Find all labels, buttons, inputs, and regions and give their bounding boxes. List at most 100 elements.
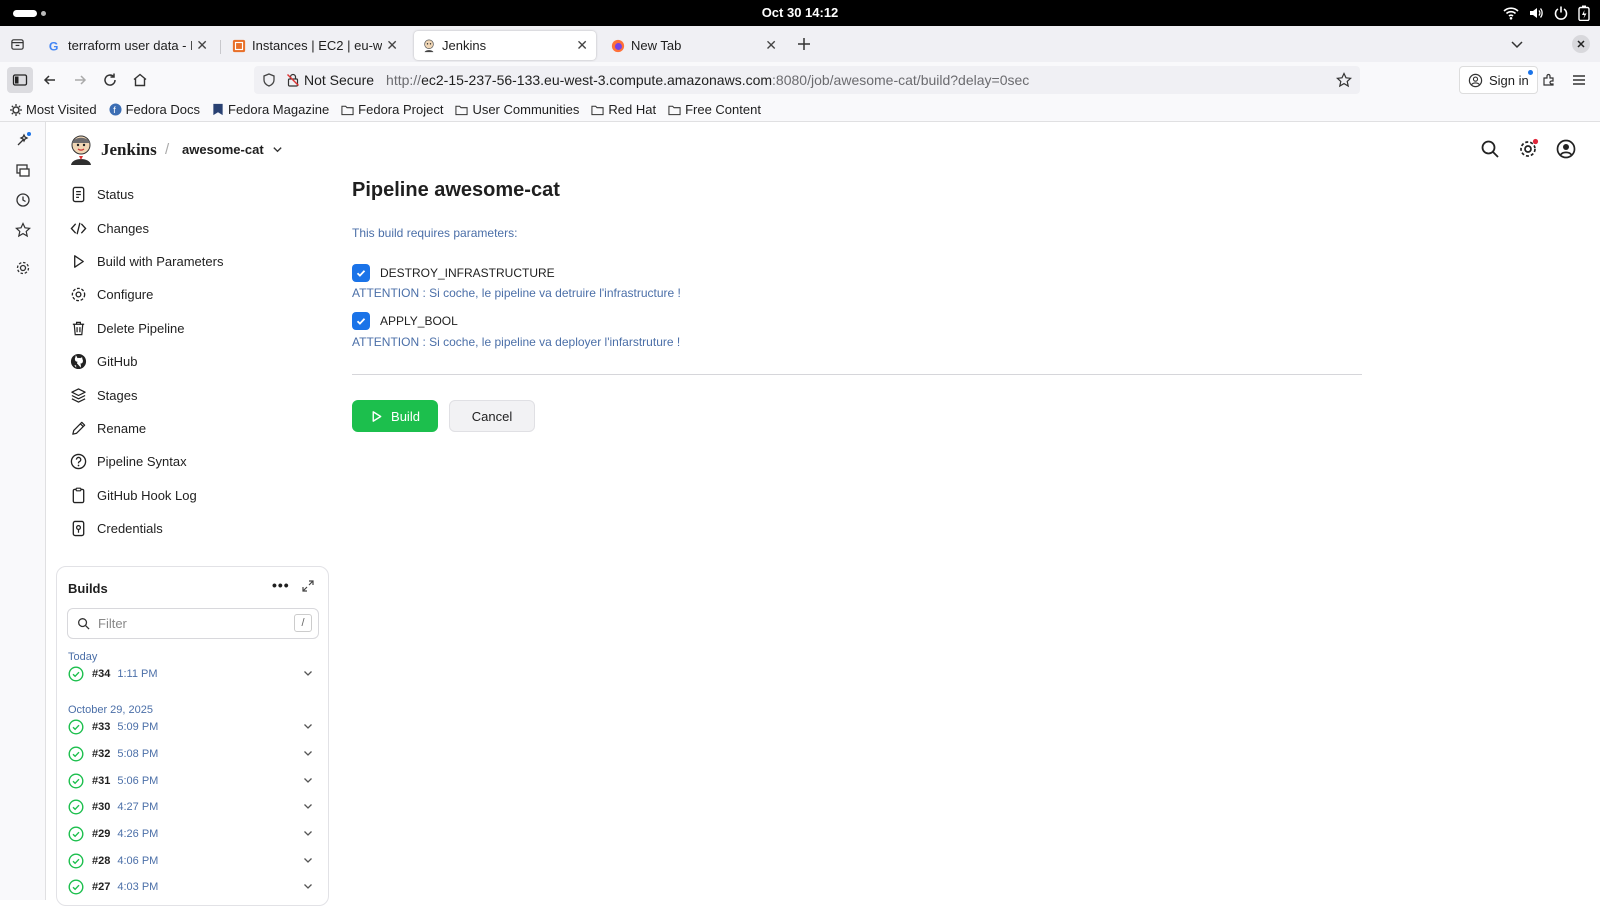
forward-button[interactable]: [67, 67, 93, 93]
search-icon[interactable]: [1479, 138, 1501, 160]
nav-github[interactable]: GitHub: [70, 345, 340, 378]
tab-new-tab[interactable]: New Tab ✕: [603, 31, 785, 60]
more-options-icon[interactable]: •••: [272, 577, 290, 593]
tab-close-icon[interactable]: ✕: [386, 37, 398, 54]
cancel-button[interactable]: Cancel: [449, 400, 535, 432]
nav-label: Delete Pipeline: [97, 320, 185, 336]
tab-terraform[interactable]: G terraform user data - Re ✕: [40, 31, 216, 60]
wifi-icon: [1503, 7, 1519, 20]
nav-github-hook-log[interactable]: GitHub Hook Log: [70, 479, 340, 512]
param-apply-bool[interactable]: APPLY_BOOL: [352, 312, 458, 330]
breadcrumb[interactable]: awesome-cat: [182, 142, 283, 157]
chevron-down-icon[interactable]: [302, 747, 314, 759]
jenkins-title[interactable]: Jenkins: [101, 140, 157, 160]
build-number[interactable]: #34: [92, 668, 110, 680]
nav-changes[interactable]: Changes: [70, 211, 340, 244]
connection-security[interactable]: Not Secure: [286, 72, 374, 88]
build-row[interactable]: #31 5:06 PM: [68, 770, 318, 792]
chevron-down-icon[interactable]: [272, 144, 283, 155]
home-button[interactable]: [127, 67, 153, 93]
build-button[interactable]: Build: [352, 400, 438, 432]
arrow-right-icon: [75, 75, 87, 85]
manage-jenkins-gear-icon[interactable]: [1517, 138, 1539, 160]
tab-ec2-instances[interactable]: Instances | EC2 | eu-we ✕: [224, 31, 406, 60]
bookmark-fedora-docs[interactable]: f Fedora Docs: [109, 102, 200, 117]
chevron-down-icon[interactable]: [302, 720, 314, 732]
build-number[interactable]: #32: [92, 748, 110, 760]
nav-configure[interactable]: Configure: [70, 278, 340, 311]
build-row[interactable]: #34 1:11 PM: [68, 663, 318, 685]
nav-build-with-parameters[interactable]: Build with Parameters: [70, 245, 340, 278]
star-icon[interactable]: [1336, 72, 1352, 88]
ai-chatbot-icon[interactable]: [15, 132, 31, 148]
build-time: 5:09 PM: [117, 721, 159, 733]
sidebar-toggle-button[interactable]: [7, 67, 33, 93]
build-number[interactable]: #33: [92, 721, 110, 733]
user-account-icon[interactable]: [1555, 138, 1577, 160]
build-row[interactable]: #28 4:06 PM: [68, 850, 318, 872]
nav-pipeline-syntax[interactable]: Pipeline Syntax: [70, 445, 340, 478]
bookmark-red-hat[interactable]: Red Hat: [591, 102, 656, 117]
build-row[interactable]: #30 4:27 PM: [68, 796, 318, 818]
apply-bool-checkbox[interactable]: [352, 312, 370, 330]
window-close-button[interactable]: [1568, 31, 1594, 57]
param-destroy-infrastructure[interactable]: DESTROY_INFRASTRUCTURE: [352, 264, 555, 282]
bookmark-fedora-magazine[interactable]: Fedora Magazine: [212, 102, 329, 117]
app-menu-button[interactable]: [1566, 67, 1592, 93]
bookmark-fedora-project[interactable]: Fedora Project: [341, 102, 443, 117]
parameters-intro: This build requires parameters:: [352, 226, 518, 240]
shield-icon[interactable]: [262, 73, 276, 87]
build-row[interactable]: #32 5:08 PM: [68, 743, 318, 765]
tab-jenkins[interactable]: Jenkins ✕: [414, 31, 596, 60]
nav-label: Changes: [97, 220, 150, 236]
firefox-view-button[interactable]: [4, 31, 30, 57]
new-tab-button[interactable]: [791, 31, 817, 57]
builds-filter-input[interactable]: [98, 616, 288, 631]
nav-stages[interactable]: Stages: [70, 378, 340, 411]
system-tray[interactable]: [1503, 5, 1590, 21]
chevron-down-icon[interactable]: [302, 667, 314, 679]
build-number[interactable]: #28: [92, 855, 110, 867]
firefox-view-icon: [10, 38, 24, 50]
list-all-tabs-button[interactable]: [1504, 31, 1530, 57]
build-row[interactable]: #27 4:03 PM: [68, 876, 318, 898]
url-text[interactable]: http://ec2-15-237-56-133.eu-west-3.compu…: [386, 72, 1029, 88]
chevron-down-icon[interactable]: [302, 800, 314, 812]
nav-credentials[interactable]: Credentials: [70, 512, 340, 545]
chevron-down-icon[interactable]: [302, 880, 314, 892]
nav-status[interactable]: Status: [70, 178, 340, 211]
bookmark-user-communities[interactable]: User Communities: [455, 102, 579, 117]
expand-icon[interactable]: [302, 580, 314, 592]
build-number[interactable]: #31: [92, 775, 110, 787]
build-row[interactable]: #29 4:26 PM: [68, 823, 318, 845]
build-number[interactable]: #29: [92, 828, 110, 840]
chevron-down-icon[interactable]: [302, 854, 314, 866]
bookmarks-star-icon[interactable]: [15, 222, 31, 238]
tab-close-icon[interactable]: ✕: [196, 37, 208, 54]
nav-delete-pipeline[interactable]: Delete Pipeline: [70, 312, 340, 345]
url-bar[interactable]: Not Secure http://ec2-15-237-56-133.eu-w…: [254, 66, 1360, 94]
breadcrumb-job-label[interactable]: awesome-cat: [182, 142, 264, 157]
jenkins-logo-icon[interactable]: [68, 134, 94, 166]
system-clock[interactable]: Oct 30 14:12: [0, 5, 1600, 20]
chevron-down-icon[interactable]: [302, 827, 314, 839]
nav-rename[interactable]: Rename: [70, 412, 340, 445]
history-icon[interactable]: [15, 192, 31, 208]
destroy-infrastructure-checkbox[interactable]: [352, 264, 370, 282]
settings-gear-icon[interactable]: [15, 260, 31, 276]
build-row[interactable]: #33 5:09 PM: [68, 716, 318, 738]
bookmark-most-visited[interactable]: Most Visited: [10, 102, 97, 117]
synced-tabs-icon[interactable]: [15, 162, 31, 178]
reload-button[interactable]: [97, 67, 123, 93]
chevron-down-icon[interactable]: [302, 774, 314, 786]
builds-filter[interactable]: /: [67, 608, 319, 639]
sign-in-button[interactable]: Sign in: [1459, 66, 1538, 94]
build-number[interactable]: #27: [92, 881, 110, 893]
tab-close-icon[interactable]: ✕: [765, 37, 777, 54]
extensions-button[interactable]: [1536, 67, 1562, 93]
build-number[interactable]: #30: [92, 801, 110, 813]
build-time: 4:26 PM: [117, 828, 159, 840]
tab-close-icon[interactable]: ✕: [576, 37, 588, 54]
bookmark-free-content[interactable]: Free Content: [668, 102, 761, 117]
back-button[interactable]: [37, 67, 63, 93]
